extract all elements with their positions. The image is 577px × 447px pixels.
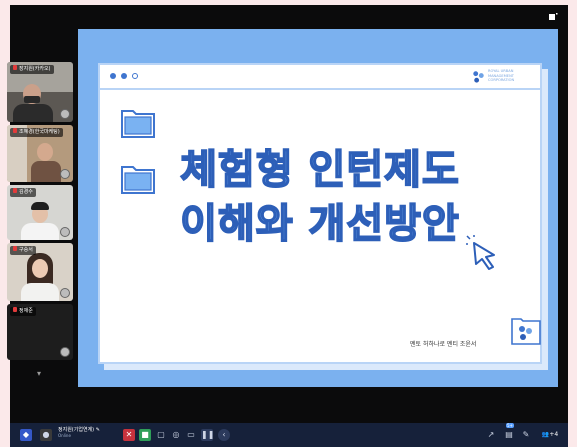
participant-body [13, 104, 53, 122]
mic-muted-icon [13, 65, 17, 70]
participant-panel: 장지원(카카오) 조혜경(한국마케팅) 김경수 구승서 정재준 ▾ [7, 55, 73, 385]
reaction-icon[interactable]: ✎ [520, 429, 532, 441]
participant-tile[interactable]: 장지원(카카오) [7, 62, 73, 122]
avatar-badge [60, 109, 70, 119]
participant-tile[interactable]: 김경수 [7, 185, 73, 240]
avatar-badge [60, 347, 70, 357]
camera-icon[interactable]: ■ [139, 429, 151, 441]
logo-mark-icon [473, 71, 484, 83]
participant-body [31, 161, 61, 182]
record-icon[interactable]: ◎ [170, 429, 182, 441]
self-info[interactable]: 정지원(기업연계) ✎ Online [58, 427, 114, 439]
participant-name: 정재준 [10, 307, 36, 316]
avatar-badge [60, 169, 70, 179]
participant-body [21, 283, 59, 301]
face-mask [24, 96, 40, 103]
meeting-toolbar: ◆ ● 정지원(기업연계) ✎ Online ✕ ■ ▢ ◎ ▭ ❚❚ ‹ ↗ … [10, 423, 568, 447]
window-dot [132, 73, 138, 79]
window-dot [110, 73, 116, 79]
cursor-click-icon [466, 235, 495, 270]
slide-title-line1: 체험형 인턴제도 [179, 146, 460, 194]
window-dot [121, 73, 127, 79]
chevron-left-icon[interactable]: ‹ [218, 429, 230, 441]
mic-muted-icon[interactable]: ✕ [123, 429, 135, 441]
participant-face [32, 259, 48, 278]
shared-slide: ROYAL URBAN MANAGEMENT CORPORATION 체험형 인… [78, 29, 558, 387]
fullscreen-exit-icon[interactable] [548, 12, 558, 22]
slide-window-bar: ROYAL URBAN MANAGEMENT CORPORATION [100, 65, 540, 90]
company-logo: ROYAL URBAN MANAGEMENT CORPORATION [472, 69, 532, 85]
participant-hair [31, 202, 49, 210]
mic-muted-icon [13, 188, 17, 193]
avatar-badge [60, 288, 70, 298]
expand-icon[interactable]: ↗ [485, 429, 497, 441]
participant-tile[interactable]: 구승서 [7, 243, 73, 301]
avatar-badge [60, 227, 70, 237]
mic-muted-icon [13, 246, 17, 251]
mic-muted-icon [13, 128, 17, 133]
participant-name: 장지원(카카오) [10, 65, 54, 74]
screen-share-icon[interactable]: ▢ [155, 429, 167, 441]
participant-tile[interactable]: 정재준 [7, 304, 73, 360]
logo-text: ROYAL URBAN MANAGEMENT CORPORATION [488, 69, 515, 83]
folder-logo-icon [511, 318, 541, 345]
app-logo-icon[interactable]: ◆ [20, 429, 32, 441]
participant-face [37, 143, 53, 161]
participants-count[interactable]: 👥+4 [537, 429, 563, 441]
chevron-down-icon[interactable]: ▾ [37, 369, 41, 378]
slide-window: ROYAL URBAN MANAGEMENT CORPORATION 체험형 인… [98, 63, 542, 364]
chat-icon[interactable]: ▭ [185, 429, 197, 441]
participant-body [21, 223, 59, 240]
participants-list-icon[interactable]: ▤ 5+ [502, 423, 516, 441]
participant-name: 김경수 [10, 188, 36, 197]
presenter-names: 멘토 허하나로 멘티 조윤서 [410, 341, 477, 348]
pause-icon[interactable]: ❚❚ [201, 429, 214, 441]
participant-name: 구승서 [10, 246, 36, 255]
participant-tile[interactable]: 조혜경(한국마케팅) [7, 125, 73, 182]
avatar[interactable]: ● [40, 429, 52, 441]
mic-muted-icon [13, 307, 17, 312]
participant-name: 조혜경(한국마케팅) [10, 128, 63, 137]
folder-icon [121, 110, 155, 138]
